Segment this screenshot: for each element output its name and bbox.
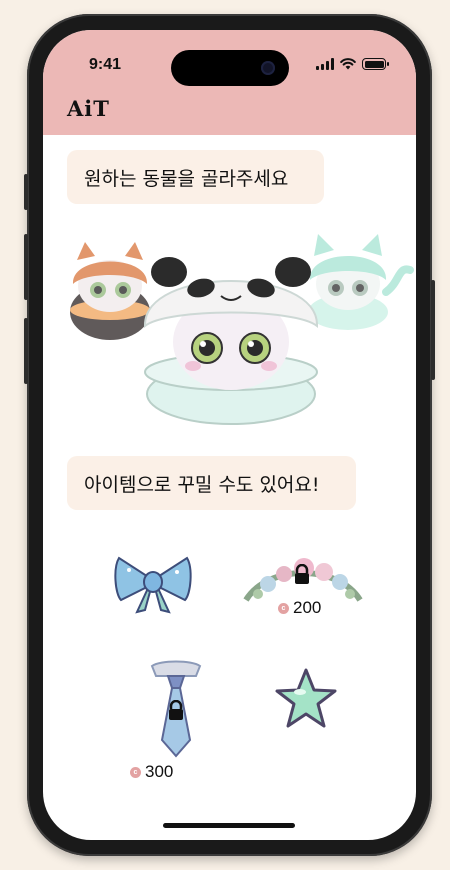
phone-frame: 9:41 AiT 원하는 동물을 골라주세요 아이템으로 꾸밀 수도 있어요! … — [24, 14, 435, 856]
price-value: 200 — [293, 598, 322, 617]
status-time: 9:41 — [89, 56, 122, 73]
flower-crown-item[interactable]: c 200 — [238, 554, 368, 618]
home-indicator[interactable] — [163, 823, 295, 828]
lock-icon — [295, 564, 309, 584]
status-icons — [316, 58, 389, 70]
price-value: 300 — [145, 762, 174, 781]
cellular-signal-icon — [316, 58, 334, 70]
camera-icon — [261, 61, 275, 75]
decorate-items-prompt: 아이템으로 꾸밀 수도 있어요! — [67, 456, 356, 510]
coin-icon: c — [130, 766, 141, 778]
coin-icon: c — [278, 602, 289, 614]
wifi-icon — [340, 58, 356, 70]
volume-up-button — [24, 234, 28, 300]
dynamic-island — [171, 50, 289, 86]
star-icon[interactable] — [273, 666, 339, 732]
flower-crown-price: c 200 — [278, 598, 321, 618]
lock-icon — [169, 700, 183, 720]
action-button — [24, 174, 28, 210]
app-logo: AiT — [67, 96, 110, 121]
battery-icon — [362, 58, 389, 70]
tie-item[interactable]: c 300 — [128, 658, 228, 784]
power-button — [431, 280, 435, 380]
bow-icon[interactable] — [111, 550, 195, 616]
app-screen: 9:41 AiT 원하는 동물을 골라주세요 아이템으로 꾸밀 수도 있어요! … — [43, 30, 416, 840]
animal-carousel[interactable] — [43, 220, 416, 430]
panda-egg-icon[interactable] — [135, 246, 327, 426]
tie-price: c 300 — [130, 762, 173, 782]
app-header: 9:41 AiT — [43, 30, 416, 135]
choose-animal-prompt: 원하는 동물을 골라주세요 — [67, 150, 324, 204]
volume-down-button — [24, 318, 28, 384]
